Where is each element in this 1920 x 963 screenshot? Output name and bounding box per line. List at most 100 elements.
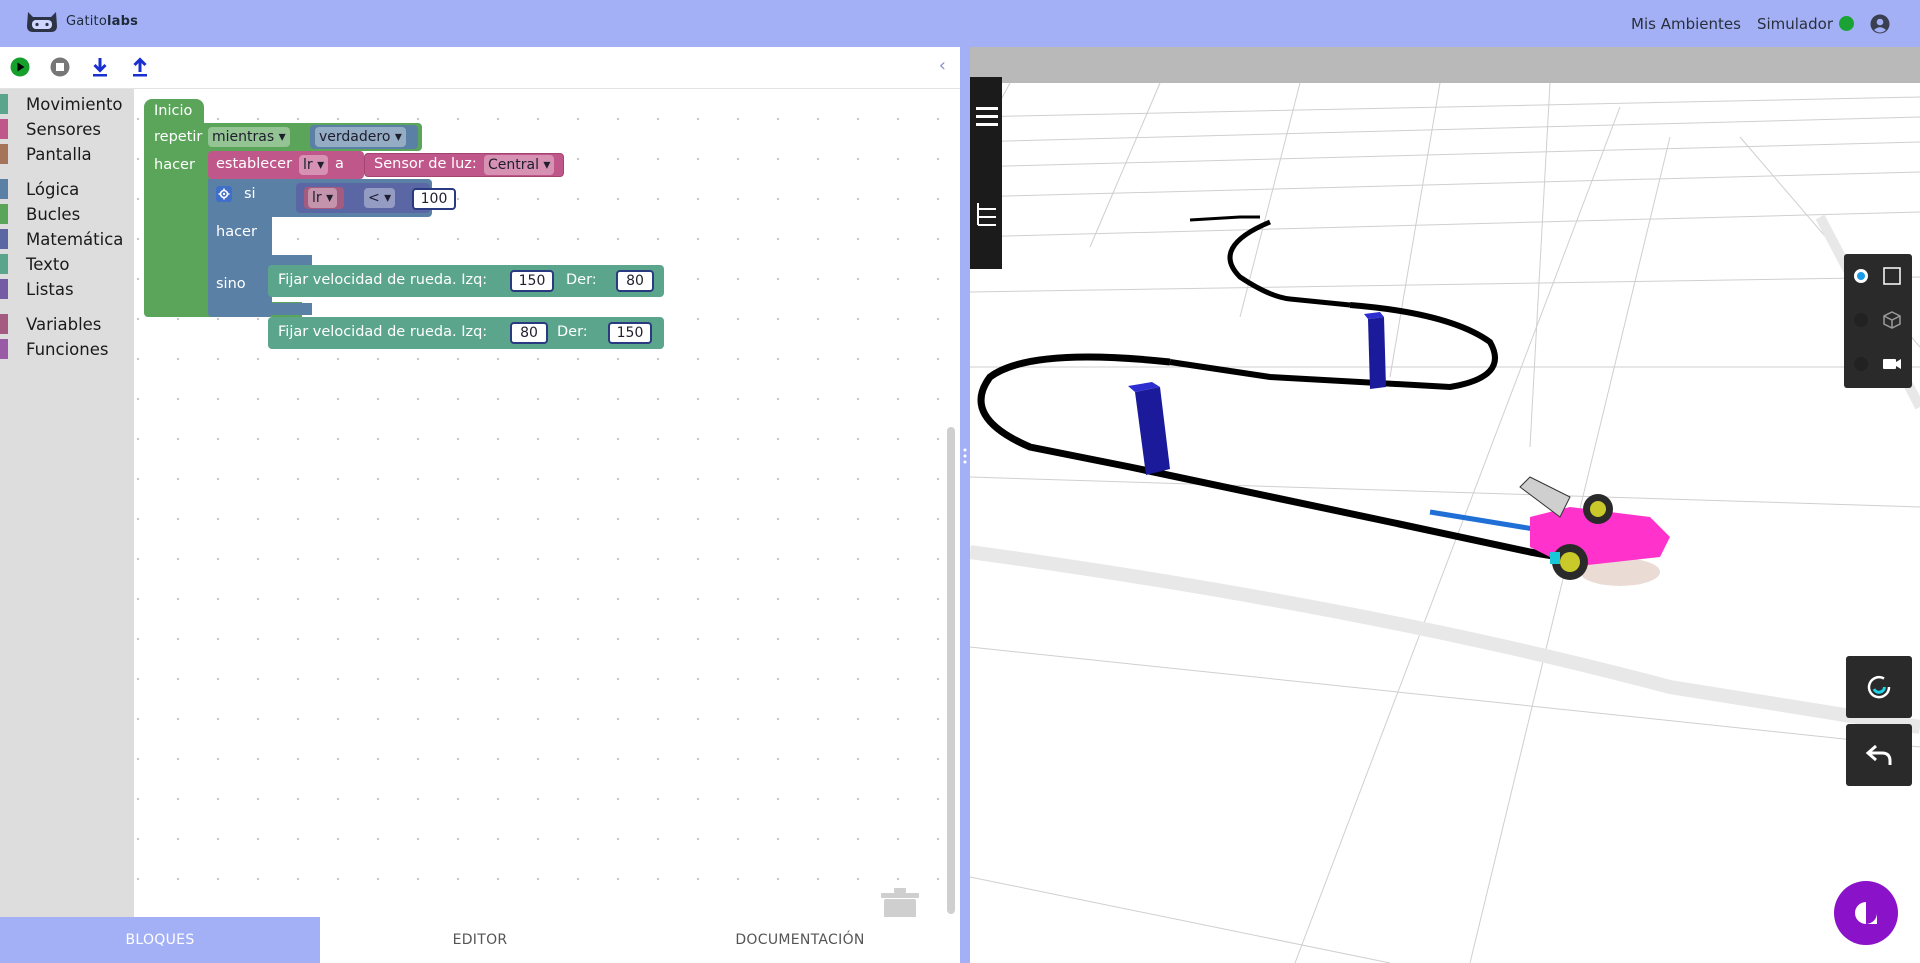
category-movimiento[interactable]: Movimiento [0, 93, 123, 115]
der-label-2: Der: [557, 324, 588, 340]
category-color-bar [0, 314, 8, 334]
verdadero-dropdown[interactable]: verdadero ▾ [315, 127, 406, 147]
category-sensores[interactable]: Sensores [0, 118, 101, 140]
der-value-2[interactable]: 150 [608, 322, 652, 344]
establecer-label: establecer [216, 156, 293, 172]
var-lr-dropdown[interactable]: lr ▾ [299, 155, 329, 175]
brand-name: Gatitolabs [66, 13, 139, 29]
gear-icon[interactable] [216, 186, 232, 202]
reset-view-button[interactable] [1846, 656, 1912, 718]
category-color-bar [0, 279, 8, 299]
der-value-1[interactable]: 80 [616, 270, 654, 292]
radio-icon [1854, 313, 1868, 327]
repetir-label: repetir [154, 129, 203, 145]
top-nav: Mis Ambientes Simulador [1631, 0, 1890, 47]
threshold-value[interactable]: 100 [412, 188, 456, 210]
tab-editor[interactable]: EDITOR [320, 917, 640, 963]
category-label: Movimiento [26, 94, 123, 114]
category-listas[interactable]: Listas [0, 278, 74, 300]
category-label: Pantalla [26, 144, 92, 164]
account-icon[interactable] [1870, 14, 1890, 34]
hamburger-icon [976, 107, 998, 126]
undo-icon [1865, 744, 1892, 765]
camera-mode-3d[interactable] [1844, 298, 1912, 342]
blocks-panel: ‹ Movimiento Sensores Pantalla Lógica Bu… [0, 47, 960, 963]
scene-menu-tab[interactable] [970, 77, 1002, 173]
fijar-label-2: Fijar velocidad de rueda. Izq: [278, 324, 488, 340]
radio-selected-icon [1854, 269, 1868, 283]
camera-mode-panel [1844, 254, 1912, 388]
category-label: Listas [26, 279, 74, 299]
top-bar: Gatitolabs Mis Ambientes Simulador [0, 0, 1920, 47]
category-label: Sensores [26, 119, 101, 139]
category-color-bar [0, 339, 8, 359]
category-color-bar [0, 94, 8, 114]
izq-value-2[interactable]: 80 [510, 322, 548, 344]
chat-bubble-icon [1855, 902, 1877, 924]
cat-logo-icon [27, 12, 57, 32]
simulator-scene [970, 47, 1920, 963]
sensor-luz-label: Sensor de luz: [374, 156, 477, 172]
category-label: Funciones [26, 339, 109, 359]
video-camera-icon [1883, 359, 1901, 369]
category-pantalla[interactable]: Pantalla [0, 143, 92, 165]
der-label-1: Der: [566, 272, 597, 288]
category-label: Bucles [26, 204, 81, 224]
category-variables[interactable]: Variables [0, 313, 101, 335]
simulador-label: Simulador [1756, 14, 1833, 33]
nav-simulador[interactable]: Simulador [1757, 15, 1854, 33]
category-texto[interactable]: Texto [0, 253, 69, 275]
collapse-panel-icon[interactable]: ‹ [939, 55, 946, 76]
operator-dropdown[interactable]: < ▾ [364, 188, 396, 208]
tab-documentacion[interactable]: DOCUMENTACIÓN [640, 917, 960, 963]
chat-button[interactable] [1834, 881, 1898, 945]
brand-logo[interactable]: Gatitolabs [24, 8, 138, 34]
blocks-workspace[interactable]: Inicio repetir mientras ▾ verdadero ▾ ha… [134, 89, 960, 941]
editor-tabs: BLOQUES EDITOR DOCUMENTACIÓN [0, 917, 960, 963]
play-icon[interactable] [10, 57, 30, 77]
category-label: Variables [26, 314, 102, 334]
splitter-grip-icon[interactable] [963, 447, 967, 465]
fijar-label-1: Fijar velocidad de rueda. Izq: [278, 272, 488, 288]
upload-icon[interactable] [130, 57, 150, 77]
editor-toolbar: ‹ [0, 47, 960, 89]
izq-value-1[interactable]: 150 [510, 270, 554, 292]
status-dot [1839, 16, 1854, 31]
category-color-bar [0, 229, 8, 249]
refresh-icon [1867, 675, 1891, 699]
central-dropdown[interactable]: Central ▾ [484, 155, 555, 175]
category-label: Matemática [26, 229, 124, 249]
si-label: si [244, 186, 256, 202]
undo-button[interactable] [1846, 724, 1912, 786]
sino-label: sino [216, 276, 246, 292]
nav-mis-ambientes[interactable]: Mis Ambientes [1631, 15, 1741, 33]
mientras-dropdown[interactable]: mientras ▾ [208, 127, 290, 147]
simulator-viewport[interactable] [970, 47, 1920, 963]
category-label: Lógica [26, 179, 80, 199]
category-bucles[interactable]: Bucles [0, 203, 80, 225]
hacer-si-label: hacer [216, 224, 257, 240]
tab-bloques[interactable]: BLOQUES [0, 917, 320, 963]
category-matematica[interactable]: Matemática [0, 228, 123, 250]
category-color-bar [0, 144, 8, 164]
list-tree-icon [977, 203, 996, 226]
radio-icon [1854, 357, 1868, 371]
category-label: Texto [26, 254, 70, 274]
download-icon[interactable] [90, 57, 110, 77]
inicio-label: Inicio [154, 103, 193, 119]
panel-splitter[interactable] [960, 47, 970, 963]
lr-compare-dropdown[interactable]: lr ▾ [308, 188, 338, 208]
scene-list-tab[interactable] [970, 173, 1002, 269]
block-toolbox: Movimiento Sensores Pantalla Lógica Bucl… [0, 89, 134, 917]
workspace-scrollbar[interactable] [947, 427, 955, 914]
category-color-bar [0, 119, 8, 139]
square-icon [1883, 267, 1901, 285]
camera-mode-2d[interactable] [1844, 254, 1912, 298]
block-si-footer [272, 303, 312, 315]
camera-mode-follow[interactable] [1844, 342, 1912, 386]
stop-icon[interactable] [50, 57, 70, 77]
category-logica[interactable]: Lógica [0, 178, 79, 200]
category-funciones[interactable]: Funciones [0, 338, 108, 360]
category-color-bar [0, 254, 8, 274]
a-label: a [335, 156, 344, 172]
